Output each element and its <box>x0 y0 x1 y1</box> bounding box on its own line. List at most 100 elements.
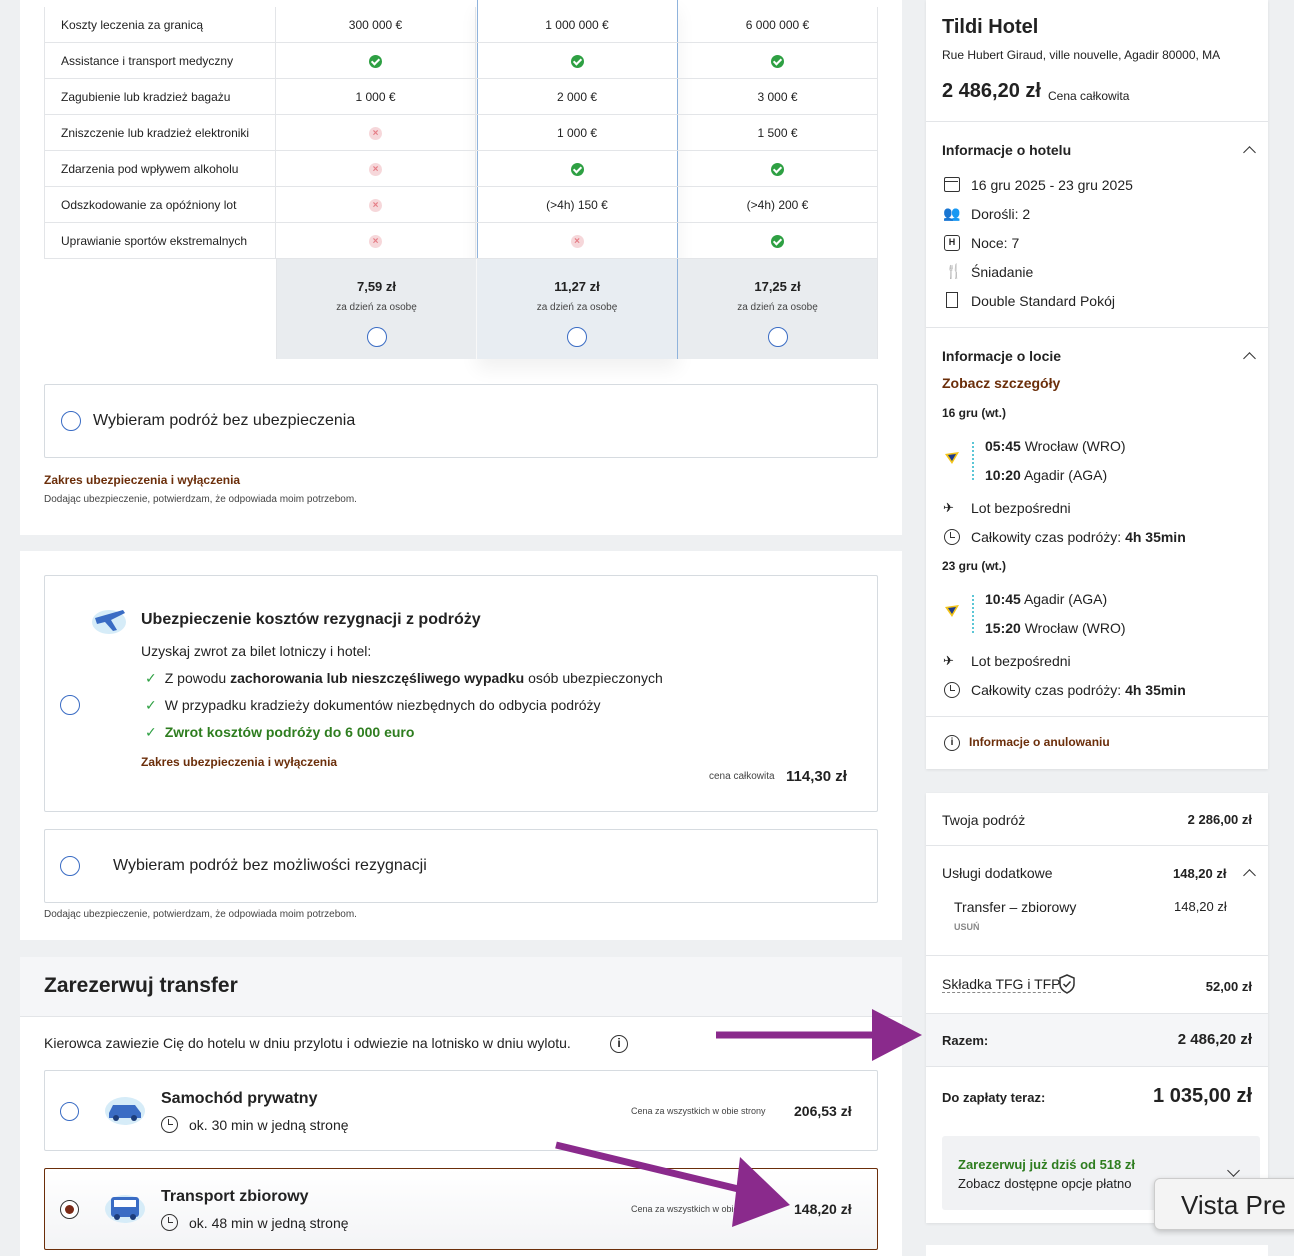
hotel-total-price: 2 486,20 zł <box>942 80 1041 102</box>
translation-tooltip: Vista Pre <box>1154 1178 1294 1230</box>
checkmark-icon: ✓ <box>145 724 157 740</box>
no-insurance-label: Wybieram podróż bez ubezpieczenia <box>93 412 356 429</box>
nights-count: Noce: 7 <box>971 235 1020 251</box>
route-line-icon <box>972 442 975 480</box>
row-label: Uprawianie sportów ekstremalnych <box>44 223 276 259</box>
cross-icon: × <box>369 199 382 213</box>
chevron-up-icon[interactable] <box>1243 352 1256 365</box>
stay-dates: 16 gru 2025 - 23 gru 2025 <box>971 177 1133 193</box>
clock-icon <box>944 529 960 545</box>
check-icon <box>570 55 584 69</box>
cancellation-option[interactable]: Ubezpieczenie kosztów rezygnacji z podró… <box>44 575 878 812</box>
table-row: Assistance i transport medyczny <box>44 43 878 79</box>
price-summary-card: Twoja podróż 2 286,00 zł Usługi dodatkow… <box>926 793 1268 1223</box>
chevron-up-icon[interactable] <box>1243 146 1256 159</box>
clock-icon <box>161 1214 178 1231</box>
divider <box>926 716 1268 717</box>
remove-transfer-link[interactable]: USUŃ <box>954 922 980 932</box>
hotel-total-label: Cena całkowita <box>1048 89 1130 103</box>
door-icon <box>946 292 958 308</box>
benefit-bold: zachorowania lub nieszczęśliwego wypadku <box>230 670 525 686</box>
duration-label: Całkowity czas podróży: <box>971 529 1122 545</box>
price-label: Cena za wszystkich w obie strony <box>631 1106 766 1116</box>
cancellation-title: Ubezpieczenie kosztów rezygnacji z podró… <box>141 611 481 628</box>
plan-price: 11,27 zł <box>554 279 600 294</box>
departure-time: 10:45 <box>985 591 1021 607</box>
cutlery-icon: 🍴 <box>945 263 963 279</box>
plan-premium-price[interactable]: 17,25 zł za dzień za osobę <box>678 259 878 359</box>
transfer-time: ok. 30 min w jedną stronę <box>189 1117 349 1133</box>
flight-details-link[interactable]: Zobacz szczegóły <box>942 375 1060 391</box>
flight-segment: 05:45 Wrocław (WRO) <box>985 438 1126 454</box>
check-icon <box>771 55 784 69</box>
transfer-private-radio[interactable] <box>60 1102 79 1121</box>
shield-check-icon <box>1058 974 1076 994</box>
plan-premium-radio[interactable] <box>768 327 788 347</box>
cancellation-radio[interactable] <box>60 695 80 715</box>
cell-value: × <box>276 151 476 187</box>
installments-subtitle: Zobacz dostępne opcje płatno <box>958 1176 1132 1191</box>
plan-price-unit: za dzień za osobę <box>536 302 618 313</box>
route-line-icon <box>972 595 975 633</box>
cell-value <box>477 43 677 79</box>
no-cancellation-option[interactable]: Wybieram podróż bez możliwości rezygnacj… <box>44 829 878 903</box>
transfer-time: ok. 48 min w jedną stronę <box>189 1215 349 1231</box>
info-icon[interactable]: i <box>610 1035 628 1053</box>
plan-basic-price[interactable]: 7,59 zł za dzień za osobę <box>276 259 476 359</box>
cell-value <box>276 43 476 79</box>
arrival-time: 10:20 <box>985 467 1021 483</box>
plan-basic-radio[interactable] <box>367 327 387 347</box>
cross-icon: × <box>570 235 584 249</box>
transfer-name: Transport zbiorowy <box>161 1188 309 1205</box>
plan-price-unit: za dzień za osobę <box>737 302 818 313</box>
departure-airport: Agadir (AGA) <box>1023 591 1108 607</box>
travel-duration: Całkowity czas podróży: 4h 35min <box>971 682 1186 698</box>
check-icon <box>771 163 784 177</box>
chevron-down-icon[interactable] <box>1227 1164 1240 1177</box>
consent-text: Dodając ubezpieczenie, potwierdzam, że o… <box>44 494 357 505</box>
tfg-label[interactable]: Składka TFG i TFP <box>942 976 1061 993</box>
pay-now-label: Do zapłaty teraz: <box>942 1090 1046 1105</box>
row-label: Koszty leczenia za granicą <box>44 7 276 43</box>
no-insurance-radio[interactable] <box>61 411 81 431</box>
outbound-date: 16 gru (wt.) <box>942 406 1007 420</box>
duration-label: Całkowity czas podróży: <box>971 682 1122 698</box>
tfg-value: 52,00 zł <box>1205 979 1252 994</box>
direct-flight-label: Lot bezpośredni <box>971 653 1071 669</box>
arrival-time: 15:20 <box>985 620 1021 636</box>
adults-count: Dorośli: 2 <box>971 206 1031 222</box>
cancellation-info-link[interactable]: Informacje o anulowaniu <box>969 735 1110 749</box>
row-label: Zagubienie lub kradzież bagażu <box>44 79 276 115</box>
cell-value <box>678 223 878 259</box>
total-value: 2 486,20 zł <box>1177 1031 1252 1048</box>
departure-airport: Wrocław (WRO) <box>1024 438 1126 454</box>
plane-icon: ✈ <box>943 500 954 515</box>
no-cancellation-radio[interactable] <box>60 856 80 876</box>
price-label: cena całkowita <box>709 771 775 782</box>
plan-standard-radio[interactable] <box>567 327 587 347</box>
benefit-item: ✓ Z powodu zachorowania lub nieszczęśliwe… <box>145 670 663 687</box>
chevron-up-icon[interactable] <box>1243 869 1256 882</box>
duration-value: 4h 35min <box>1125 529 1186 545</box>
cell-value: 1 000 000 € <box>545 18 609 32</box>
people-icon: 👥 <box>943 205 961 221</box>
extras-label: Usługi dodatkowe <box>942 865 1053 881</box>
airline-logo-icon <box>944 603 960 619</box>
plan-standard-price[interactable]: 11,27 zł za dzień za osobę <box>477 259 677 359</box>
no-insurance-option[interactable]: Wybieram podróż bez ubezpieczenia <box>44 384 878 458</box>
transfer-shared-radio[interactable] <box>60 1200 79 1219</box>
scope-link[interactable]: Zakres ubezpieczenia i wyłączenia <box>44 473 240 487</box>
cell-value: 6 000 000 € <box>678 7 878 43</box>
transfer-price: 148,20 zł <box>794 1201 852 1217</box>
divider <box>926 327 1268 328</box>
cross-icon: × <box>369 163 382 177</box>
arrival-airport: Wrocław (WRO) <box>1024 620 1126 636</box>
flight-segment: 10:45 Agadir (AGA) <box>985 591 1107 607</box>
return-date: 23 gru (wt.) <box>942 559 1007 573</box>
flight-segment: 15:20 Wrocław (WRO) <box>985 620 1126 636</box>
insurance-comparison-card: Koszty leczenia za granicą 300 000 € 1 0… <box>20 0 902 535</box>
divider <box>926 955 1268 956</box>
travel-duration: Całkowity czas podróży: 4h 35min <box>971 529 1186 545</box>
cell-value: 1 000 € <box>276 79 476 115</box>
cancellation-scope-link[interactable]: Zakres ubezpieczenia i wyłączenia <box>141 755 337 769</box>
